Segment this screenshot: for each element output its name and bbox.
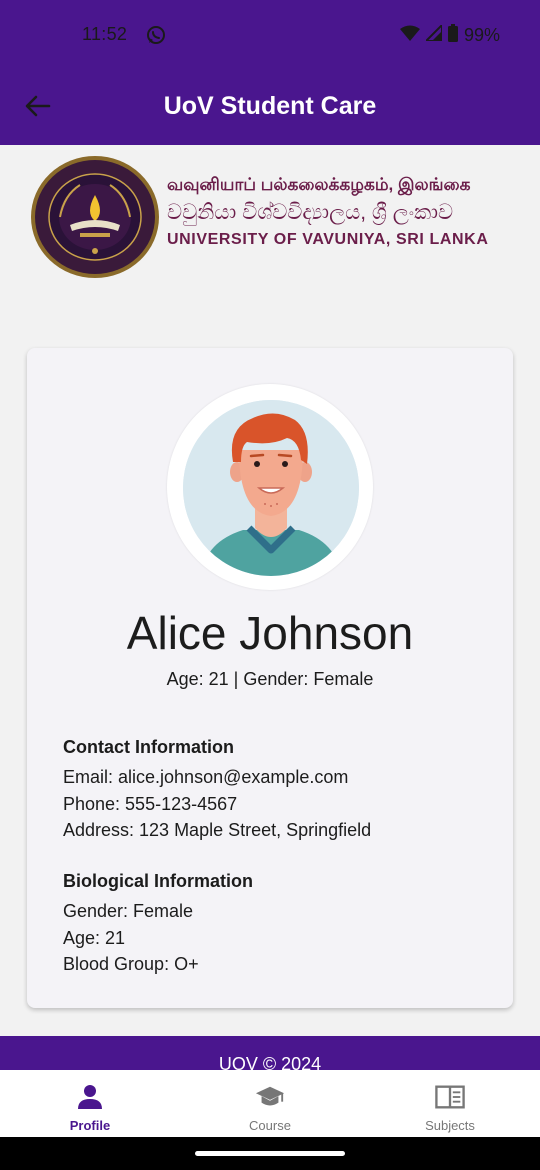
bio-age: Age: 21 xyxy=(63,927,126,948)
bio-gender: Gender: Female xyxy=(63,901,194,921)
contact-address: Address: 123 Maple Street, Springfield xyxy=(63,820,372,840)
avatar-frame xyxy=(167,384,373,590)
whatsapp-icon xyxy=(146,25,166,45)
signal-icon xyxy=(423,22,443,46)
university-logo xyxy=(30,155,160,280)
nav-label-course: Course xyxy=(249,1118,291,1133)
book-icon xyxy=(435,1082,465,1112)
university-name-sinhala: වවුනියා විශ්වවිද්‍යාලය, ශ්‍රී ලංකාව xyxy=(167,201,454,224)
nav-label-profile: Profile xyxy=(69,1118,111,1133)
person-icon xyxy=(75,1082,105,1112)
avatar xyxy=(183,400,359,576)
contact-information-heading: Contact Information xyxy=(63,737,234,757)
app-bar: UoV Student Care xyxy=(0,70,540,145)
university-header: வவுனியாப் பல்கலைக்கழகம், இலங்கை වවුනියා … xyxy=(0,145,540,295)
profile-card: Alice Johnson Age: 21 | Gender: Female C… xyxy=(27,348,513,1008)
graduation-cap-icon xyxy=(255,1082,285,1112)
footer: UOV © 2024 xyxy=(0,1036,540,1070)
status-time: 11:52 xyxy=(82,24,128,44)
profile-summary: Age: 21 | Gender: Female xyxy=(166,669,374,689)
profile-name: Alice Johnson xyxy=(126,607,414,659)
gesture-bar xyxy=(0,1137,540,1170)
battery-icon xyxy=(447,24,458,47)
bottom-navigation: Profile Course Subjects xyxy=(0,1070,540,1137)
app-title: UoV Student Care xyxy=(163,92,377,120)
university-name-tamil: வவுனியாப் பல்கலைக்கழகம், இலங்கை xyxy=(167,175,471,194)
biological-information-heading: Biological Information xyxy=(63,871,254,891)
contact-email: Email: alice.johnson@example.com xyxy=(63,767,349,787)
university-name-english: UNIVERSITY OF VAVUNIYA, SRI LANKA xyxy=(167,231,489,248)
home-gesture-handle[interactable] xyxy=(195,1151,345,1156)
footer-text: UOV © 2024 xyxy=(218,1054,322,1070)
contact-phone: Phone: 555-123-4567 xyxy=(63,793,238,814)
contact-information-section: Contact Information Email: alice.johnson… xyxy=(63,737,371,844)
nav-item-course[interactable]: Course xyxy=(180,1070,360,1137)
biological-information-section: Biological Information Gender: Female Ag… xyxy=(63,871,253,978)
nav-item-profile[interactable]: Profile xyxy=(0,1070,180,1137)
nav-item-subjects[interactable]: Subjects xyxy=(360,1070,540,1137)
battery-level: 99% xyxy=(463,25,500,45)
nav-label-subjects: Subjects xyxy=(425,1118,475,1133)
bio-blood-group: Blood Group: O+ xyxy=(63,954,199,974)
status-bar: 11:52 99% xyxy=(0,0,540,70)
wifi-icon xyxy=(399,25,420,46)
